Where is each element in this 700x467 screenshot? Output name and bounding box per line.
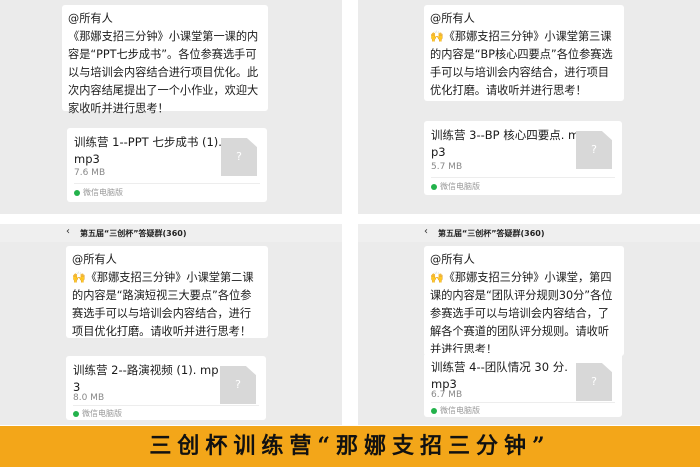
wechat-dot-icon	[431, 407, 437, 414]
chat-panel-3: ‹ 第五届“三创杯”答疑群(360) @所有人 🙌《那娜支招三分钟》小课堂第二课…	[0, 224, 342, 425]
card-divider	[431, 177, 615, 178]
unknown-file-icon: ?	[220, 366, 256, 404]
file-name: 训练营 3--BP 核心四要点. mp3	[431, 128, 580, 159]
message-bubble[interactable]: @所有人 《那娜支招三分钟》小课堂第一课的内容是“PPT七步成书”。各位参赛选手…	[62, 5, 268, 115]
file-name: 训练营 2--路演视频 (1). mp3	[73, 363, 219, 394]
chat-header: ‹ 第五届“三创杯”答疑群(360)	[0, 224, 342, 242]
caption-text: 三创杯训练营“那娜支招三分钟”	[149, 433, 551, 459]
file-card[interactable]: 训练营 1--PPT 七步成书 (1).mp3 7.6 MB ? 微信电脑版	[67, 128, 267, 202]
chat-title: 第五届“三创杯”答疑群(360)	[80, 229, 187, 238]
wechat-dot-icon	[74, 189, 80, 196]
message-bubble[interactable]: @所有人 🙌《那娜支招三分钟》小课堂，第四课的内容是“团队评分规则30分”各位参…	[424, 246, 624, 356]
chat-title: 第五届“三创杯”答疑群(360)	[438, 229, 545, 238]
file-card[interactable]: 训练营 2--路演视频 (1). mp3 8.0 MB ? 微信电脑版	[66, 356, 266, 420]
chat-header: ‹ 第五届“三创杯”答疑群(360)	[358, 224, 700, 242]
chevron-left-icon[interactable]: ‹	[424, 226, 428, 237]
source-label: 微信电脑版	[431, 181, 480, 192]
caption-banner: 三创杯训练营“那娜支招三分钟”	[0, 426, 700, 467]
file-size: 8.0 MB	[73, 393, 105, 403]
file-size: 7.6 MB	[74, 168, 106, 178]
message-text: 《那娜支招三分钟》小课堂第一课的内容是“PPT七步成书”。各位参赛选手可以与培训…	[68, 30, 259, 115]
file-name: 训练营 1--PPT 七步成书 (1).mp3	[74, 135, 222, 166]
message-text: 《那娜支招三分钟》小课堂第二课的内容是“路演短视三大要点”各位参赛选手可以与培训…	[72, 271, 254, 338]
file-size: 5.7 MB	[431, 162, 463, 172]
chat-panel-2: @所有人 🙌《那娜支招三分钟》小课堂第三课的内容是“BP核心四要点”各位参赛选手…	[358, 0, 700, 214]
card-divider	[431, 402, 615, 403]
file-card[interactable]: 训练营 3--BP 核心四要点. mp3 5.7 MB ? 微信电脑版	[424, 121, 622, 195]
message-text: 《那娜支招三分钟》小课堂第三课的内容是“BP核心四要点”各位参赛选手可以与培训会…	[430, 30, 613, 97]
file-name: 训练营 4--团队情况 30 分. mp3	[431, 360, 568, 391]
source-label: 微信电脑版	[431, 405, 480, 416]
message-bubble[interactable]: @所有人 🙌《那娜支招三分钟》小课堂第三课的内容是“BP核心四要点”各位参赛选手…	[424, 5, 624, 101]
unknown-file-icon: ?	[576, 363, 612, 401]
message-text: 《那娜支招三分钟》小课堂，第四课的内容是“团队评分规则30分”各位参赛选手可以与…	[430, 271, 613, 356]
file-size: 6.7 MB	[431, 390, 463, 400]
wechat-dot-icon	[73, 410, 79, 417]
mention-all[interactable]: @所有人	[72, 251, 262, 269]
mention-all[interactable]: @所有人	[68, 10, 262, 28]
message-bubble[interactable]: @所有人 🙌《那娜支招三分钟》小课堂第二课的内容是“路演短视三大要点”各位参赛选…	[66, 246, 268, 338]
source-label: 微信电脑版	[73, 408, 122, 419]
card-divider	[74, 183, 260, 184]
raised-hands-icon: 🙌	[72, 271, 86, 284]
source-label: 微信电脑版	[74, 187, 123, 198]
card-divider	[73, 405, 259, 406]
chat-panel-1: @所有人 《那娜支招三分钟》小课堂第一课的内容是“PPT七步成书”。各位参赛选手…	[0, 0, 342, 214]
mention-all[interactable]: @所有人	[430, 10, 618, 28]
unknown-file-icon: ?	[221, 138, 257, 176]
mention-all[interactable]: @所有人	[430, 251, 618, 269]
unknown-file-icon: ?	[576, 131, 612, 169]
file-card[interactable]: 训练营 4--团队情况 30 分. mp3 6.7 MB ? 微信电脑版	[424, 353, 622, 417]
chevron-left-icon[interactable]: ‹	[66, 226, 70, 237]
chat-panel-4: ‹ 第五届“三创杯”答疑群(360) @所有人 🙌《那娜支招三分钟》小课堂，第四…	[358, 224, 700, 425]
wechat-dot-icon	[431, 183, 437, 190]
raised-hands-icon: 🙌	[430, 271, 444, 284]
raised-hands-icon: 🙌	[430, 30, 444, 43]
